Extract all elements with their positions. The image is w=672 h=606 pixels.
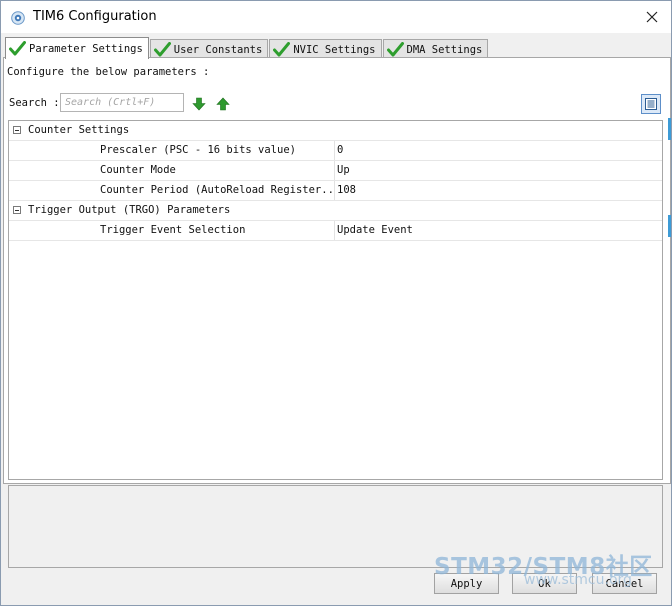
window-title: TIM6 Configuration xyxy=(33,9,157,24)
tab-label: DMA Settings xyxy=(406,43,483,56)
title-bar: TIM6 Configuration xyxy=(1,1,671,33)
param-name: Counter Mode xyxy=(100,164,176,176)
search-previous-button[interactable] xyxy=(216,96,230,111)
group-label: Counter Settings xyxy=(28,124,130,136)
tab-label: NVIC Settings xyxy=(293,43,376,56)
checkmark-icon xyxy=(153,42,171,57)
configure-label: Configure the below parameters : xyxy=(7,66,210,78)
arrow-up-icon xyxy=(216,97,230,111)
checkmark-icon xyxy=(273,42,291,57)
show-description-toggle[interactable] xyxy=(641,94,661,114)
parameter-grid: Counter Settings Prescaler (PSC - 16 bit… xyxy=(8,120,663,480)
close-icon xyxy=(646,11,658,23)
tab-nvic-settings[interactable]: NVIC Settings xyxy=(269,39,382,59)
checkmark-icon xyxy=(9,41,26,56)
background-window-edge xyxy=(668,215,671,237)
param-name: Trigger Event Selection xyxy=(100,224,246,236)
checkmark-icon xyxy=(386,42,404,57)
watermark-url: www.stmcu.org xyxy=(524,572,632,588)
search-next-button[interactable] xyxy=(192,96,206,111)
param-name: Prescaler (PSC - 16 bits value) xyxy=(100,144,296,156)
param-value[interactable]: 0 xyxy=(337,144,343,156)
tab-dma-settings[interactable]: DMA Settings xyxy=(382,39,489,59)
param-value[interactable]: 108 xyxy=(337,184,356,196)
param-row-counter-period[interactable]: Counter Period (AutoReload Register... 1… xyxy=(9,181,662,201)
param-row-prescaler[interactable]: Prescaler (PSC - 16 bits value) 0 xyxy=(9,141,662,161)
tab-parameter-settings[interactable]: Parameter Settings xyxy=(5,37,149,59)
collapse-icon[interactable] xyxy=(13,126,21,134)
param-row-trigger-event-selection[interactable]: Trigger Event Selection Update Event xyxy=(9,221,662,241)
tab-user-constants[interactable]: User Constants xyxy=(149,39,269,59)
configuration-dialog: TIM6 Configuration Parameter Settings Us… xyxy=(0,0,672,606)
column-divider xyxy=(334,181,335,200)
arrow-down-icon xyxy=(192,97,206,111)
tab-bar: Parameter Settings User Constants NVIC S… xyxy=(5,37,489,59)
tab-label: User Constants xyxy=(173,43,263,56)
group-row-trigger-output[interactable]: Trigger Output (TRGO) Parameters xyxy=(9,201,662,221)
group-row-counter-settings[interactable]: Counter Settings xyxy=(9,121,662,141)
param-value[interactable]: Update Event xyxy=(337,224,413,236)
collapse-icon[interactable] xyxy=(13,206,21,214)
column-divider xyxy=(334,141,335,160)
param-value[interactable]: Up xyxy=(337,164,350,176)
list-view-icon xyxy=(645,98,657,110)
search-label: Search : xyxy=(9,97,60,109)
column-divider xyxy=(334,161,335,180)
param-name: Counter Period (AutoReload Register... xyxy=(100,184,332,196)
close-button[interactable] xyxy=(637,5,667,29)
column-divider xyxy=(334,221,335,240)
background-window-edge xyxy=(668,118,671,140)
param-row-counter-mode[interactable]: Counter Mode Up xyxy=(9,161,662,181)
search-input[interactable] xyxy=(60,93,184,112)
group-label: Trigger Output (TRGO) Parameters xyxy=(28,204,231,216)
tab-label: Parameter Settings xyxy=(29,42,143,55)
stm32cube-gear-icon xyxy=(11,10,25,25)
